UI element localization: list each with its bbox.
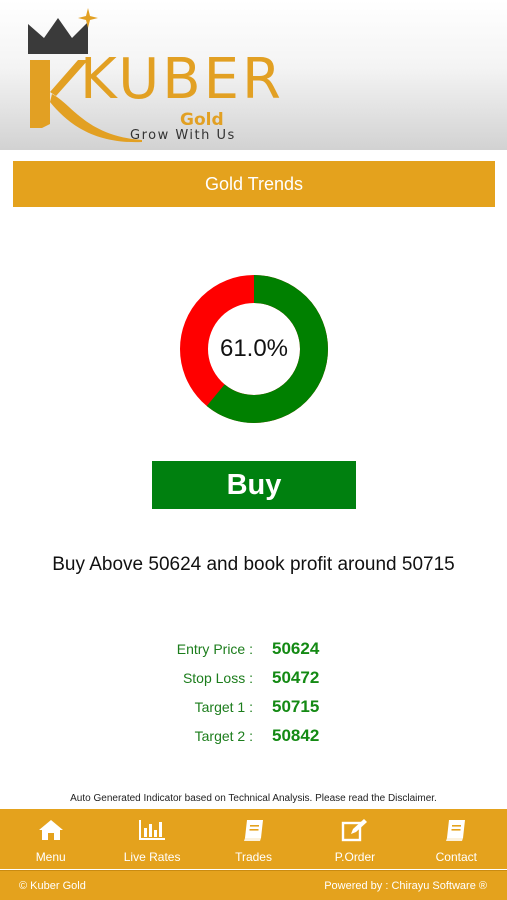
- kuber-gold-logo: KUBER Gold Grow With Us: [22, 8, 292, 148]
- bottom-nav: Menu Live Rates Trades P.Order Contact: [0, 809, 507, 869]
- book-icon: [443, 817, 469, 843]
- target-2-label: Target 2 :: [194, 728, 253, 744]
- stop-loss-label: Stop Loss :: [182, 670, 253, 686]
- target-1-label: Target 1 :: [194, 699, 253, 715]
- gauge-percent-label: 61.0%: [219, 335, 289, 362]
- nav-trades[interactable]: Trades: [203, 809, 304, 869]
- target-2-value: 50842: [272, 726, 320, 745]
- entry-price-value: 50624: [272, 639, 320, 658]
- nav-p-order-label: P.Order: [334, 850, 376, 864]
- powered-by-text[interactable]: Powered by : Chirayu Software ®: [324, 880, 487, 892]
- buy-signal-button[interactable]: Buy: [152, 461, 356, 509]
- home-icon: [38, 817, 64, 843]
- nav-trades-label: Trades: [235, 850, 272, 864]
- nav-menu-label: Menu: [35, 850, 66, 864]
- stop-loss-value: 50472: [272, 668, 320, 687]
- level-row-entry: Entry Price : 50624: [0, 637, 507, 666]
- entry-price-label: Entry Price :: [176, 641, 253, 657]
- level-row-stop-loss: Stop Loss : 50472: [0, 666, 507, 695]
- nav-contact[interactable]: Contact: [406, 809, 507, 869]
- edit-icon: [341, 817, 369, 843]
- trade-advice-text: Buy Above 50624 and book profit around 5…: [52, 554, 455, 575]
- brand-word: KUBER: [80, 47, 284, 112]
- level-row-target-1: Target 1 : 50715: [0, 695, 507, 724]
- copyright-text: © Kuber Gold: [19, 880, 86, 892]
- disclaimer-text[interactable]: Auto Generated Indicator based on Techni…: [0, 793, 507, 804]
- book-icon: [241, 817, 267, 843]
- bar-chart-icon: [137, 817, 167, 843]
- brand-sub: Gold: [180, 110, 224, 130]
- nav-menu[interactable]: Menu: [0, 809, 101, 869]
- level-row-target-2: Target 2 : 50842: [0, 724, 507, 753]
- nav-live-rates-label: Live Rates: [123, 850, 181, 864]
- brand-tagline: Grow With Us: [130, 128, 236, 143]
- app-footer: © Kuber Gold Powered by : Chirayu Softwa…: [0, 870, 507, 900]
- app-header: KUBER Gold Grow With Us: [0, 0, 507, 150]
- target-1-value: 50715: [272, 697, 320, 716]
- nav-contact-label: Contact: [435, 850, 477, 864]
- nav-live-rates[interactable]: Live Rates: [101, 809, 202, 869]
- page-title: Gold Trends: [13, 161, 495, 207]
- nav-p-order[interactable]: P.Order: [304, 809, 405, 869]
